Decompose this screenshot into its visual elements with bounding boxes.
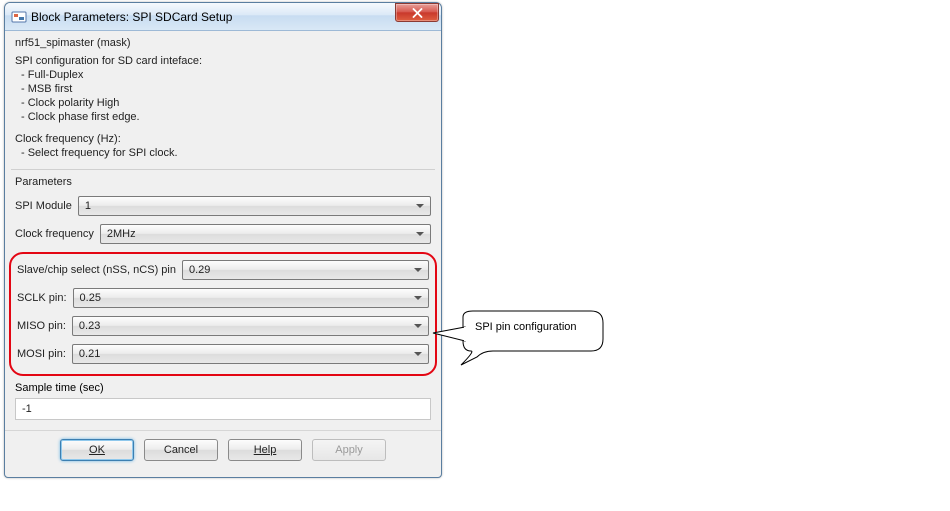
annotation-callout: SPI pin configuration <box>463 313 601 355</box>
clock-frequency-label: Clock frequency <box>15 228 94 240</box>
mosi-pin-select[interactable]: 0.21 <box>72 344 429 364</box>
param-spi-module: SPI Module 1 <box>15 196 431 216</box>
desc-bullet: - MSB first <box>15 83 431 95</box>
sample-time-input[interactable] <box>15 398 431 420</box>
desc-clock-intro: Clock frequency (Hz): <box>15 133 431 145</box>
sclk-pin-value: 0.25 <box>80 292 101 304</box>
spi-module-label: SPI Module <box>15 200 72 212</box>
ok-button[interactable]: OK <box>60 439 134 461</box>
parameters-heading: Parameters <box>15 176 431 188</box>
param-clock-frequency: Clock frequency 2MHz <box>15 224 431 244</box>
desc-bullet: - Clock phase first edge. <box>15 111 431 123</box>
titlebar[interactable]: Block Parameters: SPI SDCard Setup <box>5 3 441 31</box>
param-sclk-pin: SCLK pin: 0.25 <box>17 288 429 308</box>
nss-pin-label: Slave/chip select (nSS, nCS) pin <box>17 264 176 276</box>
desc-clock-bullet: - Select frequency for SPI clock. <box>15 147 431 159</box>
sclk-pin-select[interactable]: 0.25 <box>73 288 429 308</box>
nss-pin-select[interactable]: 0.29 <box>182 260 429 280</box>
spi-pin-config-group: Slave/chip select (nSS, nCS) pin 0.29 SC… <box>9 252 437 376</box>
dialog-window: Block Parameters: SPI SDCard Setup nrf51… <box>4 2 442 478</box>
param-nss-pin: Slave/chip select (nSS, nCS) pin 0.29 <box>17 260 429 280</box>
ok-button-label: OK <box>89 444 105 456</box>
miso-pin-label: MISO pin: <box>17 320 66 332</box>
window-title: Block Parameters: SPI SDCard Setup <box>31 10 395 24</box>
close-button[interactable] <box>395 3 439 22</box>
clock-frequency-select[interactable]: 2MHz <box>100 224 431 244</box>
mosi-pin-label: MOSI pin: <box>17 348 66 360</box>
close-icon <box>412 8 423 18</box>
apply-button-label: Apply <box>335 444 363 456</box>
divider <box>11 169 435 170</box>
cancel-button[interactable]: Cancel <box>144 439 218 461</box>
dialog-body: nrf51_spimaster (mask) SPI configuration… <box>5 31 441 477</box>
app-icon <box>11 9 27 25</box>
description-block: SPI configuration for SD card inteface: … <box>15 55 431 159</box>
cancel-button-label: Cancel <box>164 444 198 456</box>
annotation-text: SPI pin configuration <box>475 321 577 333</box>
help-button[interactable]: Help <box>228 439 302 461</box>
param-miso-pin: MISO pin: 0.23 <box>17 316 429 336</box>
spi-module-select[interactable]: 1 <box>78 196 431 216</box>
speech-bubble-icon <box>431 307 611 367</box>
desc-intro: SPI configuration for SD card inteface: <box>15 55 431 67</box>
mosi-pin-value: 0.21 <box>79 348 100 360</box>
sample-time-label: Sample time (sec) <box>15 382 104 394</box>
desc-bullet: - Full-Duplex <box>15 69 431 81</box>
miso-pin-value: 0.23 <box>79 320 100 332</box>
apply-button: Apply <box>312 439 386 461</box>
mask-name: nrf51_spimaster (mask) <box>15 37 431 49</box>
nss-pin-value: 0.29 <box>189 264 210 276</box>
param-sample-time: Sample time (sec) <box>15 382 431 420</box>
help-button-label: Help <box>254 444 277 456</box>
clock-frequency-value: 2MHz <box>107 228 136 240</box>
miso-pin-select[interactable]: 0.23 <box>72 316 429 336</box>
param-mosi-pin: MOSI pin: 0.21 <box>17 344 429 364</box>
desc-bullet: - Clock polarity High <box>15 97 431 109</box>
spi-module-value: 1 <box>85 200 91 212</box>
sclk-pin-label: SCLK pin: <box>17 292 67 304</box>
button-row: OK Cancel Help Apply <box>5 430 441 467</box>
